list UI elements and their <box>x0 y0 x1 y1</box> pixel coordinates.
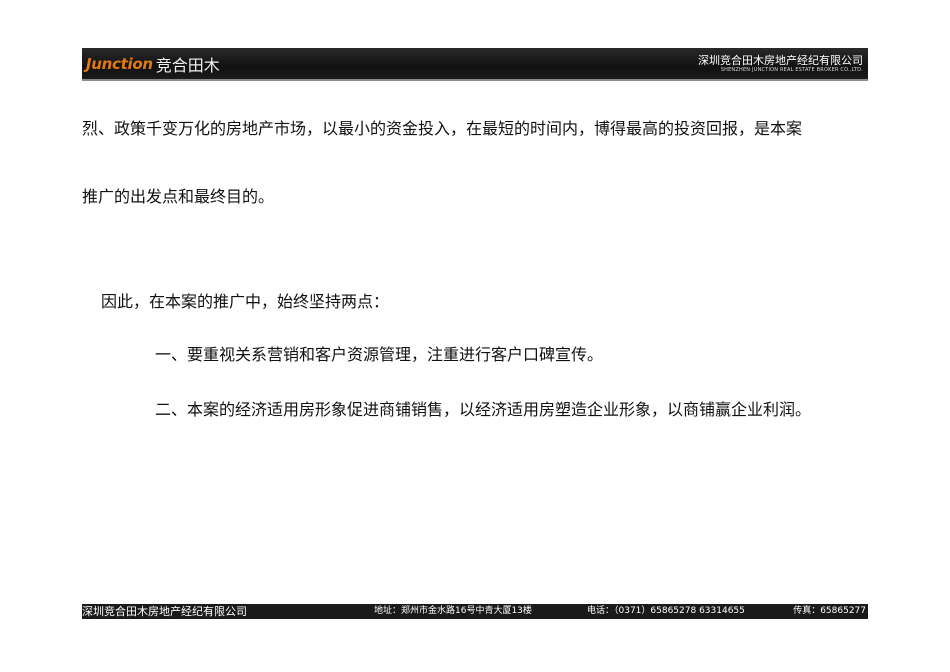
footer-company-name: 深圳竞合田木房地产经纪有限公司 <box>82 605 247 618</box>
header-company: 深圳竞合田木房地产经纪有限公司 SHENZHEN JUNCTION REAL E… <box>698 55 863 74</box>
company-logo: Junction 竞合田木 <box>86 53 220 75</box>
body-intro-line: 因此，在本案的推广中，始终坚持两点： <box>101 292 390 311</box>
body-point-two: 二、本案的经济适用房形象促进商铺销售，以经济适用房塑造企业形象，以商铺赢企业利润… <box>155 400 812 419</box>
body-paragraph-end: 推广的出发点和最终目的。 <box>82 187 275 206</box>
header-company-name-en: SHENZHEN JUNCTION REAL ESTATE BROKER CO.… <box>720 67 863 73</box>
footer-address: 地址：郑州市金水路16号中青大厦13楼 <box>374 606 532 616</box>
header-company-name-cn: 深圳竞合田木房地产经纪有限公司 <box>698 54 863 67</box>
logo-english: Junction <box>86 55 153 73</box>
page-header: Junction 竞合田木 深圳竞合田木房地产经纪有限公司 SHENZHEN J… <box>82 48 868 79</box>
page-footer: 深圳竞合田木房地产经纪有限公司 地址：郑州市金水路16号中青大厦13楼 电话：（… <box>82 604 868 619</box>
footer-fax: 传真：65865277 <box>793 606 866 616</box>
body-point-one: 一、要重视关系营销和客户资源管理，注重进行客户口碑宣传。 <box>155 345 604 364</box>
header-divider <box>82 79 868 81</box>
logo-chinese: 竞合田木 <box>155 56 220 75</box>
footer-phone: 电话：（0371）65865278 63314655 <box>587 606 745 616</box>
body-paragraph-continuation: 烈、政策千变万化的房地产市场，以最小的资金投入，在最短的时间内，博得最高的投资回… <box>82 119 803 138</box>
